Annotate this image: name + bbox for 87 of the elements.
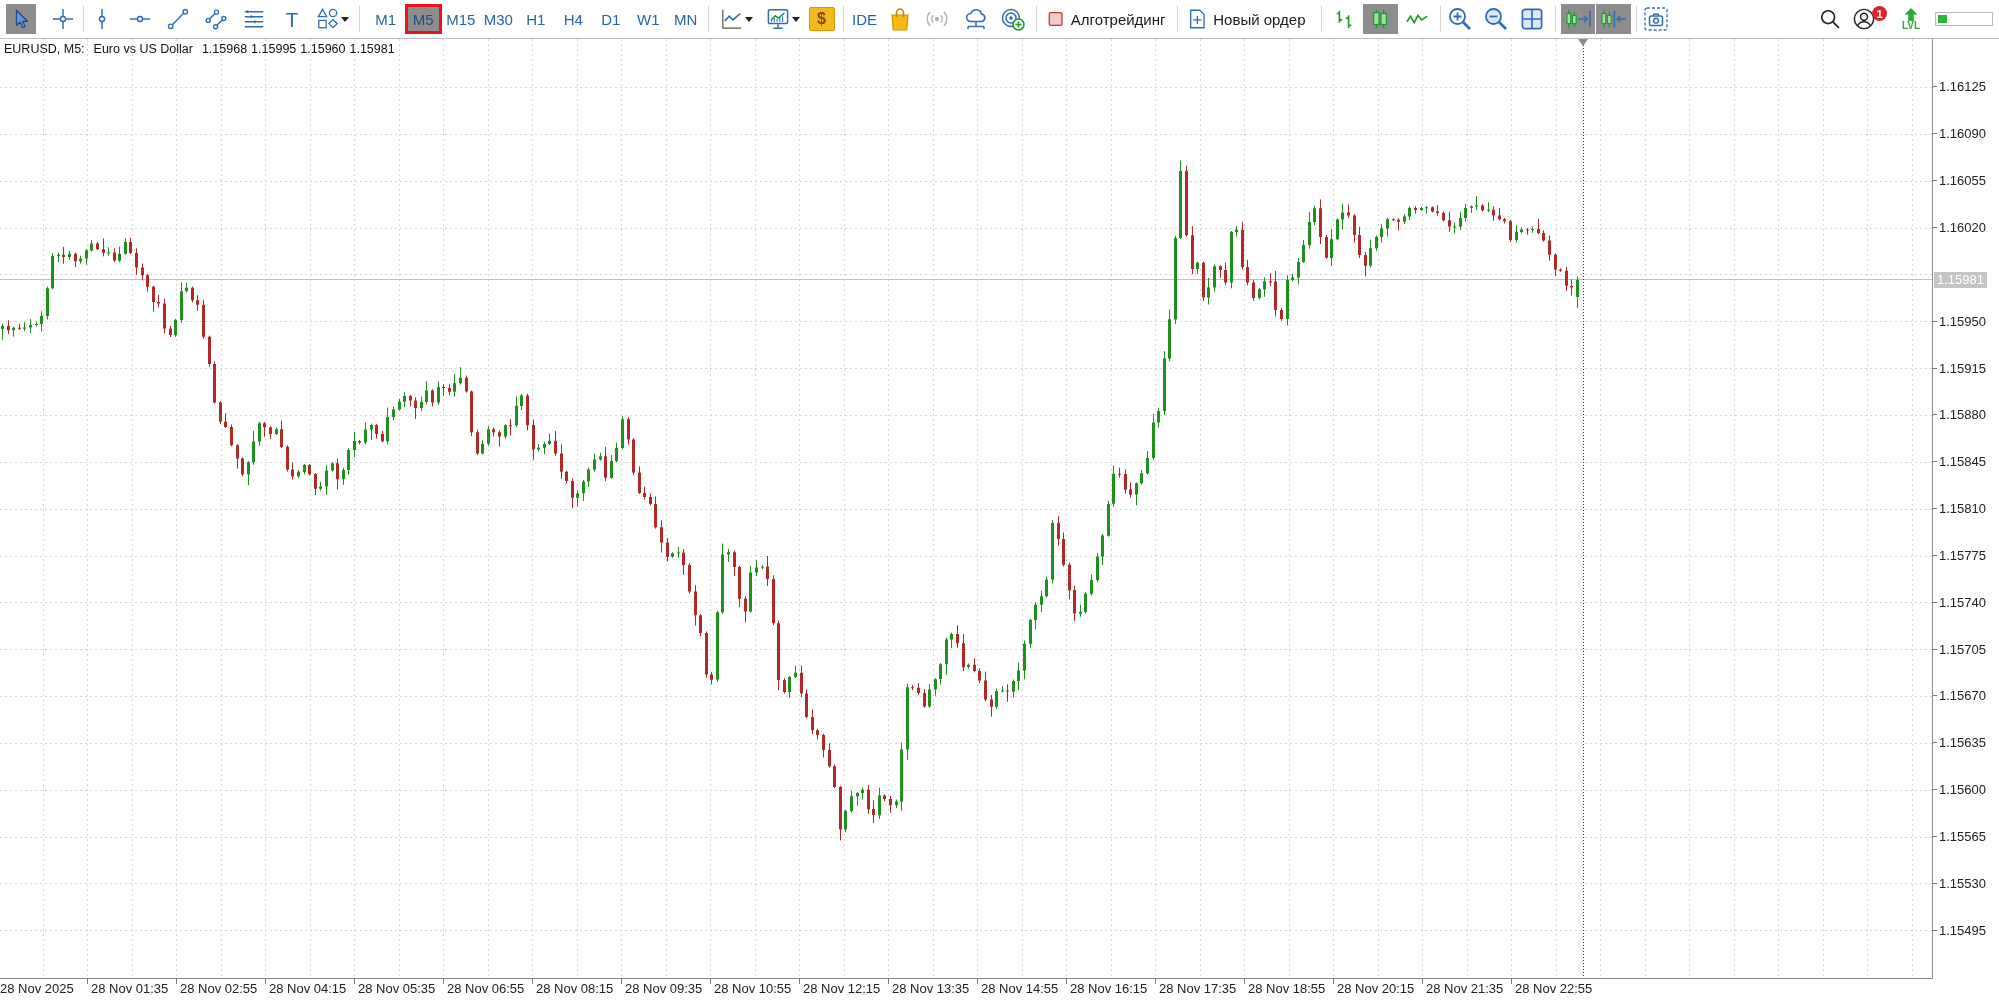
symbol-timeframe-label: EURUSD, M5: xyxy=(4,42,85,57)
line-chart-icon xyxy=(720,8,743,30)
price-axis-label: 1.15530 xyxy=(1939,875,1986,891)
search-icon xyxy=(1819,8,1841,30)
monitor-chart-icon xyxy=(765,8,790,30)
zoom-in-icon xyxy=(1447,7,1472,31)
price-axis-label: 1.15600 xyxy=(1939,782,1986,798)
caret-icon xyxy=(791,16,800,22)
timeframe-button[interactable]: M15 xyxy=(442,4,480,34)
horizontal-lines-icon xyxy=(243,8,265,30)
time-axis-label: 28 Nov 20:15 xyxy=(1337,981,1415,996)
time-axis-label: 28 Nov 13:35 xyxy=(892,981,970,996)
candles-arrow-left-icon xyxy=(1599,8,1627,30)
price-axis-label: 1.16090 xyxy=(1939,126,1986,142)
price-axis-label: 1.16020 xyxy=(1939,220,1986,235)
time-axis-label: 28 Nov 14:55 xyxy=(981,981,1059,996)
current-price-label: 1.15981 xyxy=(1934,272,1987,289)
user-icon xyxy=(1853,8,1875,30)
screenshot-button[interactable] xyxy=(1641,4,1670,34)
shift-marker-icon[interactable] xyxy=(1578,39,1588,46)
time-axis-label: 28 Nov 06:55 xyxy=(447,981,525,996)
new-order-button[interactable]: Новый ордер xyxy=(1184,4,1310,34)
timeframe-button[interactable]: MN xyxy=(667,4,705,34)
time-axis-label: 28 Nov 09:35 xyxy=(625,981,703,996)
instrument-description: Euro vs US Dollar xyxy=(93,42,193,57)
candlestick-button[interactable] xyxy=(1362,4,1398,34)
time-axis-label: 28 Nov 21:35 xyxy=(1426,981,1504,996)
time-axis-label: 28 Nov 05:35 xyxy=(358,981,436,996)
time-axis-label: 28 Nov 12:15 xyxy=(803,981,881,996)
price-axis-label: 1.15810 xyxy=(1939,501,1986,517)
time-axis-label: 28 Nov 22:55 xyxy=(1515,981,1593,996)
price-axis-label: 1.15565 xyxy=(1939,829,1986,844)
price-axis-label: 1.15775 xyxy=(1939,547,1986,563)
timeframe-button[interactable]: M30 xyxy=(479,4,517,34)
timeframe-button[interactable]: W1 xyxy=(629,4,667,34)
ohlc-price-value: 1.15968 xyxy=(201,42,248,57)
ohlc-price-value: 1.15960 xyxy=(300,42,346,57)
time-axis-label: 28 Nov 17:35 xyxy=(1159,981,1237,996)
account-button[interactable]: 1 xyxy=(1853,4,1887,34)
candles-arrow-right-icon xyxy=(1563,8,1592,30)
price-axis-label: 1.15495 xyxy=(1939,922,1986,938)
chart-shift-button[interactable] xyxy=(1595,4,1631,34)
caret-icon xyxy=(341,16,349,22)
time-axis-label: 28 Nov 16:15 xyxy=(1070,981,1148,996)
shapes-icon xyxy=(317,8,339,30)
price-axis-label: 1.15635 xyxy=(1939,735,1986,751)
text-tool-button[interactable]: T xyxy=(276,4,308,34)
time-axis-label: 28 Nov 10:55 xyxy=(714,981,792,996)
time-axis-label: 28 Nov 04:15 xyxy=(269,981,347,996)
price-axis-label: 1.16125 xyxy=(1939,79,1986,95)
timeframe-button[interactable]: H1 xyxy=(517,4,555,34)
camera-icon xyxy=(1643,7,1668,31)
ide-button[interactable]: IDE xyxy=(849,4,880,34)
price-axis-label: 1.15670 xyxy=(1939,688,1986,704)
crosshair-icon xyxy=(52,8,74,30)
cursor-button[interactable] xyxy=(6,4,36,34)
price-axis-label: 1.15950 xyxy=(1939,313,1986,329)
shopping-bag-icon xyxy=(888,7,911,31)
price-axis-label: 1.15705 xyxy=(1939,641,1986,657)
ohlc-price-value: 1.15995 xyxy=(251,42,297,57)
timeframe-button[interactable]: H4 xyxy=(554,4,592,34)
document-plus-icon xyxy=(1188,7,1206,31)
price-axis-label: 1.15740 xyxy=(1939,594,1986,610)
price-axis-label: 1.15880 xyxy=(1939,407,1986,423)
price-axis-label: 1.15845 xyxy=(1939,454,1986,470)
time-axis-label: 28 Nov 02:55 xyxy=(180,981,258,996)
caret-icon xyxy=(744,16,753,22)
cloud-network-icon xyxy=(963,7,988,31)
autoscroll-button[interactable] xyxy=(1560,4,1595,34)
price-axis-label: 1.16055 xyxy=(1939,173,1986,189)
ohlc-price-value: 1.15981 xyxy=(349,42,395,57)
up-arrow-icon xyxy=(1904,7,1918,21)
timeframe-button[interactable]: D1 xyxy=(592,4,630,34)
timeframe-button[interactable]: M1 xyxy=(367,4,405,34)
radar-plus-icon xyxy=(1000,7,1025,31)
algo-trading-button[interactable]: Алготрейдинг xyxy=(1043,4,1170,34)
parallel-lines-icon xyxy=(205,8,227,30)
four-panes-icon xyxy=(1520,8,1543,30)
time-axis-label: 28 Nov 2025 xyxy=(0,981,74,996)
trend-line-icon xyxy=(167,8,189,30)
price-axis-label: 1.15915 xyxy=(1939,360,1986,376)
dollar-button[interactable]: $ xyxy=(808,7,835,31)
zoom-out-icon xyxy=(1483,7,1508,31)
time-axis-label: 28 Nov 08:15 xyxy=(536,981,614,996)
time-axis-label: 28 Nov 18:55 xyxy=(1248,981,1326,996)
notification-badge: 1 xyxy=(1872,6,1887,21)
time-axis-label: 28 Nov 01:35 xyxy=(91,981,169,996)
